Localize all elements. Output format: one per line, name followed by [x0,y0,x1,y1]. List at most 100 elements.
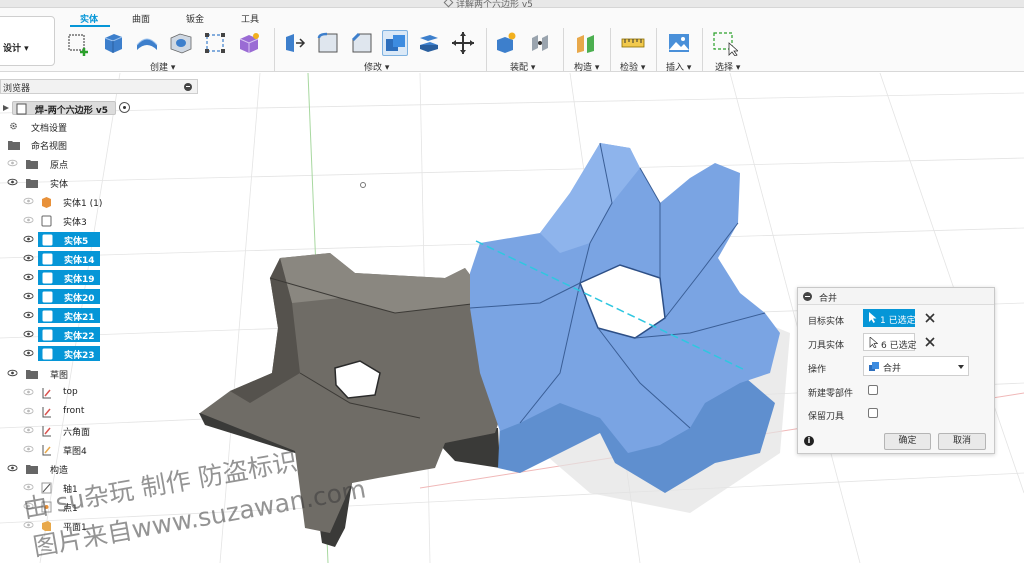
target-body-selector[interactable]: 1 已选定 [863,309,916,327]
eye-hidden-icon[interactable] [23,445,34,453]
tree-item-doc-settings[interactable]: 文档设置 [0,119,198,135]
eye-icon[interactable] [7,178,18,186]
blue-body [469,142,780,493]
tree-item-sketch[interactable]: front [0,404,198,420]
tree-item-body-selected[interactable]: 实体21 [0,308,198,324]
chamfer-tool[interactable] [349,30,375,56]
group-select[interactable]: 选择 ▾ [715,60,740,73]
eye-hidden-icon[interactable] [23,426,34,434]
group-inspect[interactable]: 检验 ▾ [620,60,645,73]
eye-hidden-icon[interactable] [23,407,34,415]
eye-icon[interactable] [23,235,34,243]
tree-item-axis[interactable]: 轴1 [0,480,198,496]
press-pull-tool[interactable] [281,30,307,56]
create-form-tool[interactable] [236,30,262,56]
create-sketch-tool[interactable] [66,30,92,56]
toolbar-separator [702,28,703,72]
insert-image-tool[interactable] [666,30,692,56]
eye-icon[interactable] [7,369,18,377]
eye-icon[interactable] [7,464,18,472]
group-modify[interactable]: 修改 ▾ [364,60,389,73]
expand-arrow-icon[interactable] [2,104,10,112]
combine-tool[interactable] [382,30,408,56]
ok-button[interactable]: 确定 [884,433,931,450]
eye-icon[interactable] [23,254,34,262]
new-component-checkbox[interactable] [868,385,878,395]
operation-select[interactable]: 合并 [863,356,969,376]
eye-hidden-icon[interactable] [23,197,34,205]
eye-icon[interactable] [23,349,34,357]
info-icon[interactable]: i [804,436,814,446]
tree-item-point[interactable]: 点1 [0,499,198,515]
group-create[interactable]: 创建 ▾ [150,60,175,73]
tree-item-body-selected[interactable]: 实体22 [0,327,198,343]
select-tool[interactable] [712,30,738,56]
revolve-tool[interactable] [134,30,160,56]
tab-sheet-metal[interactable]: 钣金 [186,12,204,25]
tree-item-body[interactable]: 实体3 [0,213,198,229]
group-assemble[interactable]: 装配 ▾ [510,60,535,73]
eye-icon[interactable] [23,311,34,319]
tree-item-sketches[interactable]: 草图 [0,366,198,382]
tool-body-selector[interactable]: 6 已选定 [863,333,917,351]
tree-item-named-views[interactable]: 命名视图 [0,137,198,153]
eye-hidden-icon[interactable] [23,216,34,224]
clear-target-icon[interactable] [925,313,935,323]
move-tool[interactable] [450,30,476,56]
eye-icon[interactable] [23,273,34,281]
tree-item-body-selected[interactable]: 实体23 [0,346,198,362]
tab-tools[interactable]: 工具 [241,12,259,25]
pattern-tool[interactable] [202,30,228,56]
tree-item-body-selected[interactable]: 实体5 [0,232,198,248]
tree-item-bodies[interactable]: 实体 [0,175,198,191]
tree-item-body-selected[interactable]: 实体14 [0,251,198,267]
tree-item-construction[interactable]: 构造 [0,461,198,477]
workspace-switcher[interactable]: 设计 ▾ [0,16,55,66]
offset-plane-icon [577,35,594,53]
group-insert[interactable]: 插入 ▾ [666,60,691,73]
tree-item-origin[interactable]: 原点 [0,156,198,172]
joint-tool[interactable] [527,30,553,56]
tree-item-body-selected[interactable]: 实体20 [0,289,198,305]
eye-hidden-icon[interactable] [7,159,18,167]
activate-radio[interactable] [119,102,130,113]
tab-surface[interactable]: 曲面 [132,12,150,25]
keep-tools-checkbox[interactable] [868,408,878,418]
document-tab[interactable]: 详解两个六边形 v5 [443,0,533,10]
offset-plane-tool[interactable] [573,30,599,56]
collapse-browser-button[interactable] [184,83,192,91]
eye-hidden-icon[interactable] [23,521,34,529]
tree-item-sketch[interactable]: 草图4 [0,442,198,458]
eye-hidden-icon[interactable] [23,502,34,510]
new-component-tool[interactable] [493,30,519,56]
browser-root-node[interactable]: 焊-两个六边形 v5 [12,101,116,116]
fillet-tool[interactable] [315,30,341,56]
measure-tool[interactable] [620,30,646,56]
split-body-tool[interactable] [416,30,442,56]
plane-icon [42,521,51,531]
sketch-icon [42,407,51,418]
body-icon [42,234,53,246]
create-form-icon [239,33,259,53]
toolbar-separator [656,28,657,72]
cancel-button[interactable]: 取消 [938,433,986,450]
folder-icon [26,370,38,379]
tree-item-body-selected[interactable]: 实体19 [0,270,198,286]
tree-item-label: 实体3 [63,218,87,228]
eye-icon[interactable] [23,330,34,338]
ribbon-toolbar: 设计 ▾ 实体 曲面 钣金 工具 创建 ▾ 修改 ▾ 装配 ▾ 构造 ▾ 检验 … [0,8,1024,73]
eye-hidden-icon[interactable] [23,483,34,491]
tree-item-body[interactable]: 实体1 (1) [0,194,198,210]
box-tool[interactable] [100,30,126,56]
hole-tool[interactable] [168,30,194,56]
eye-hidden-icon[interactable] [23,388,34,396]
tree-item-sketch[interactable]: top [0,385,198,401]
group-construct[interactable]: 构造 ▾ [574,60,599,73]
collapse-dialog-button[interactable] [803,292,812,301]
tree-item-plane[interactable]: 平面1 [0,518,198,534]
tree-item-label: front [63,406,85,416]
tree-item-sketch[interactable]: 六角面 [0,423,198,439]
eye-icon[interactable] [23,292,34,300]
clear-tool-icon[interactable] [925,337,935,347]
tab-solid[interactable]: 实体 [80,12,98,25]
